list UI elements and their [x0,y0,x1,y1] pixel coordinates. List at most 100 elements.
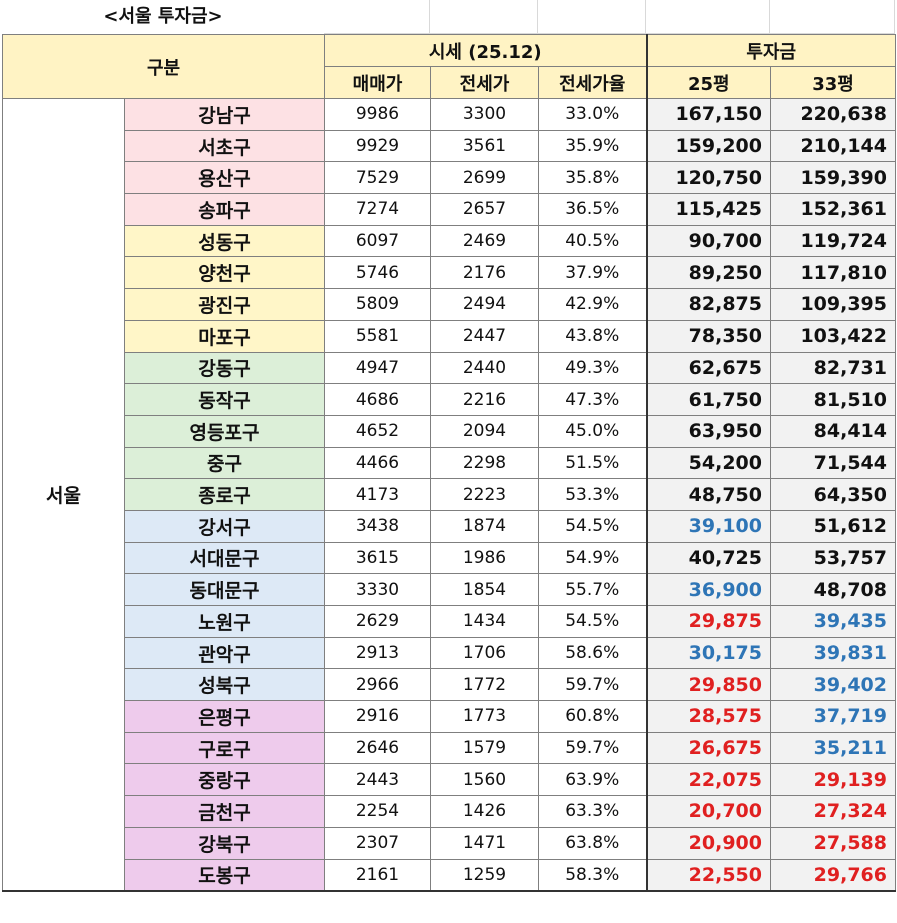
sale-price-cell[interactable]: 2307 [324,826,431,860]
header-market-group[interactable]: 시세 (25.12) [324,34,647,67]
jeonse-ratio-cell[interactable]: 63.8% [538,826,647,860]
investment-33-cell[interactable]: 35,211 [770,731,896,765]
jeonse-ratio-cell[interactable]: 37.9% [538,256,647,290]
jeonse-ratio-cell[interactable]: 54.9% [538,541,647,575]
jeonse-price-cell[interactable]: 2469 [430,224,539,258]
sale-price-cell[interactable]: 5581 [324,319,431,353]
investment-33-cell[interactable]: 71,544 [770,446,896,480]
district-cell[interactable]: 금천구 [124,795,325,828]
jeonse-ratio-cell[interactable]: 60.8% [538,700,647,733]
jeonse-ratio-cell[interactable]: 63.3% [538,795,647,828]
jeonse-ratio-cell[interactable]: 49.3% [538,351,647,385]
jeonse-ratio-cell[interactable]: 47.3% [538,383,647,416]
jeonse-ratio-cell[interactable]: 42.9% [538,288,647,321]
jeonse-ratio-cell[interactable]: 43.8% [538,319,647,353]
sale-price-cell[interactable]: 5809 [324,288,431,321]
jeonse-ratio-cell[interactable]: 58.3% [538,858,647,892]
empty-grid-cell[interactable] [324,0,430,34]
jeonse-ratio-cell[interactable]: 45.0% [538,414,647,448]
sale-price-cell[interactable]: 3438 [324,509,431,543]
investment-33-cell[interactable]: 82,731 [770,351,896,385]
sale-price-cell[interactable]: 9929 [324,129,431,163]
investment-33-cell[interactable]: 29,139 [770,763,896,797]
district-cell[interactable]: 양천구 [124,256,325,290]
sale-price-cell[interactable]: 4686 [324,383,431,416]
investment-25-cell[interactable]: 78,350 [645,319,771,353]
investment-25-cell[interactable]: 62,675 [645,351,771,385]
investment-25-cell[interactable]: 22,550 [645,858,771,892]
investment-25-cell[interactable]: 82,875 [645,288,771,321]
sale-price-cell[interactable]: 2161 [324,858,431,892]
investment-33-cell[interactable]: 37,719 [770,700,896,733]
jeonse-ratio-cell[interactable]: 59.7% [538,668,647,702]
district-cell[interactable]: 영등포구 [124,414,325,448]
investment-33-cell[interactable]: 81,510 [770,383,896,416]
header-size-25[interactable]: 25평 [645,66,771,99]
district-cell[interactable]: 종로구 [124,478,325,511]
district-cell[interactable]: 동작구 [124,383,325,416]
jeonse-price-cell[interactable]: 2657 [430,193,539,226]
investment-33-cell[interactable]: 27,588 [770,826,896,860]
sale-price-cell[interactable]: 2629 [324,605,431,638]
investment-25-cell[interactable]: 48,750 [645,478,771,511]
jeonse-price-cell[interactable]: 1986 [430,541,539,575]
sale-price-cell[interactable]: 7529 [324,161,431,195]
jeonse-price-cell[interactable]: 2216 [430,383,539,416]
sale-price-cell[interactable]: 7274 [324,193,431,226]
jeonse-price-cell[interactable]: 1259 [430,858,539,892]
empty-grid-cell[interactable] [646,0,770,34]
sale-price-cell[interactable]: 2443 [324,763,431,797]
investment-33-cell[interactable]: 220,638 [770,98,896,131]
investment-25-cell[interactable]: 30,175 [645,636,771,670]
investment-33-cell[interactable]: 119,724 [770,224,896,258]
investment-25-cell[interactable]: 61,750 [645,383,771,416]
header-jeonse-ratio[interactable]: 전세가율 [538,66,647,99]
district-cell[interactable]: 광진구 [124,288,325,321]
jeonse-ratio-cell[interactable]: 51.5% [538,446,647,480]
jeonse-price-cell[interactable]: 1426 [430,795,539,828]
jeonse-price-cell[interactable]: 2440 [430,351,539,385]
investment-33-cell[interactable]: 117,810 [770,256,896,290]
investment-33-cell[interactable]: 84,414 [770,414,896,448]
district-cell[interactable]: 용산구 [124,161,325,195]
empty-grid-cell[interactable] [538,0,646,34]
investment-25-cell[interactable]: 39,100 [645,509,771,543]
investment-25-cell[interactable]: 167,150 [645,98,771,131]
investment-33-cell[interactable]: 39,435 [770,605,896,638]
district-cell[interactable]: 은평구 [124,700,325,733]
sale-price-cell[interactable]: 4466 [324,446,431,480]
header-size-33[interactable]: 33평 [770,66,896,99]
district-cell[interactable]: 마포구 [124,319,325,353]
investment-33-cell[interactable]: 109,395 [770,288,896,321]
jeonse-price-cell[interactable]: 3300 [430,98,539,131]
district-cell[interactable]: 도봉구 [124,858,325,892]
investment-25-cell[interactable]: 26,675 [645,731,771,765]
jeonse-price-cell[interactable]: 1773 [430,700,539,733]
jeonse-price-cell[interactable]: 3561 [430,129,539,163]
investment-33-cell[interactable]: 53,757 [770,541,896,575]
district-cell[interactable]: 중구 [124,446,325,480]
jeonse-ratio-cell[interactable]: 33.0% [538,98,647,131]
investment-33-cell[interactable]: 103,422 [770,319,896,353]
jeonse-ratio-cell[interactable]: 53.3% [538,478,647,511]
jeonse-ratio-cell[interactable]: 35.9% [538,129,647,163]
investment-25-cell[interactable]: 40,725 [645,541,771,575]
sale-price-cell[interactable]: 6097 [324,224,431,258]
jeonse-price-cell[interactable]: 1471 [430,826,539,860]
investment-33-cell[interactable]: 152,361 [770,193,896,226]
investment-25-cell[interactable]: 28,575 [645,700,771,733]
district-cell[interactable]: 강서구 [124,509,325,543]
jeonse-ratio-cell[interactable]: 35.8% [538,161,647,195]
district-cell[interactable]: 노원구 [124,605,325,638]
district-cell[interactable]: 강북구 [124,826,325,860]
investment-25-cell[interactable]: 63,950 [645,414,771,448]
jeonse-price-cell[interactable]: 1854 [430,573,539,606]
jeonse-ratio-cell[interactable]: 63.9% [538,763,647,797]
jeonse-price-cell[interactable]: 1706 [430,636,539,670]
jeonse-price-cell[interactable]: 2176 [430,256,539,290]
district-cell[interactable]: 관악구 [124,636,325,670]
jeonse-price-cell[interactable]: 2494 [430,288,539,321]
header-jeonse-price[interactable]: 전세가 [430,66,539,99]
district-cell[interactable]: 성동구 [124,224,325,258]
empty-grid-cell[interactable] [770,0,895,34]
